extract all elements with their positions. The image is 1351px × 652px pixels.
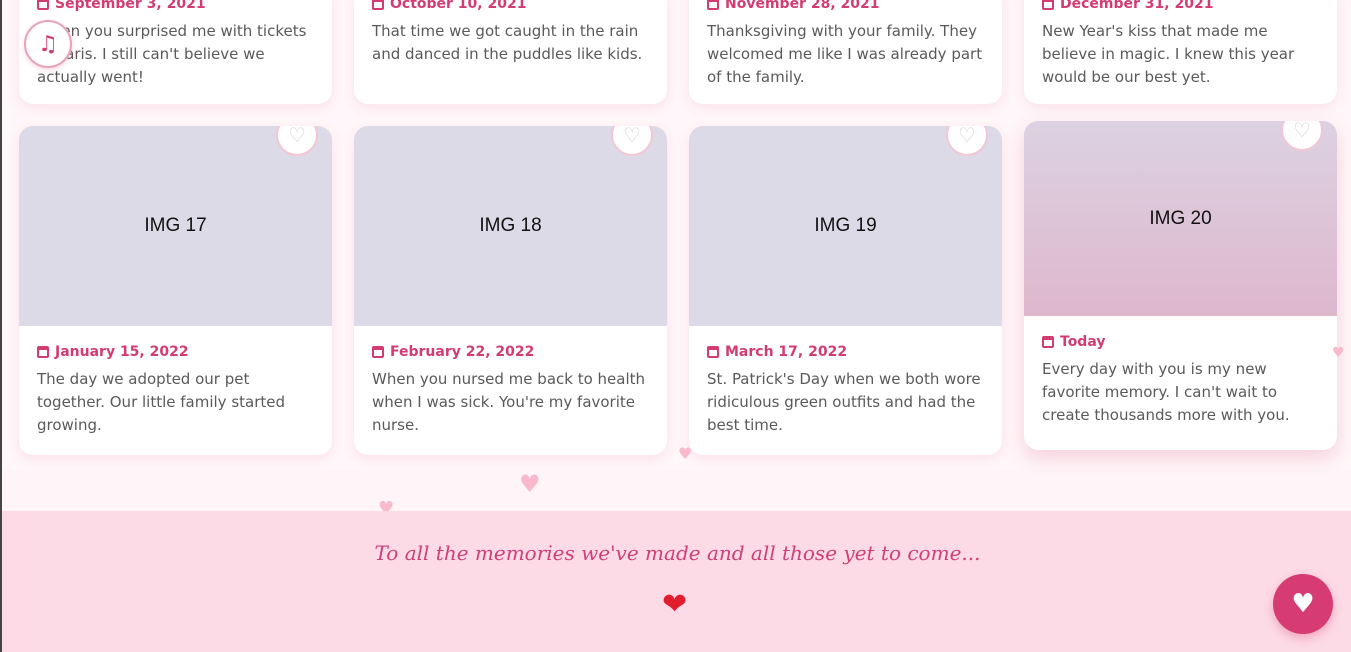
red-heart-icon: ❤: [662, 587, 688, 622]
memory-photo[interactable]: IMG 20 ♡: [1024, 121, 1337, 316]
memory-photo[interactable]: IMG 19 ♡: [689, 126, 1002, 326]
floating-heart-icon: ♥: [678, 444, 693, 463]
memory-card[interactable]: IMG 18 ♡ February 22, 2022 When you nurs…: [354, 126, 667, 455]
memories-grid: September 3, 2021 When you surprised me …: [2, 0, 1351, 470]
memory-card: December 31, 2021 New Year's kiss that m…: [1024, 0, 1337, 104]
memory-date: January 15, 2022: [37, 344, 314, 360]
heart-outline-icon[interactable]: ♡: [1281, 121, 1323, 151]
photo-placeholder-label: IMG 18: [479, 215, 542, 236]
memory-date: October 10, 2021: [372, 0, 649, 12]
memory-card[interactable]: IMG 19 ♡ March 17, 2022 St. Patrick's Da…: [689, 126, 1002, 455]
memory-date: September 3, 2021: [37, 0, 314, 12]
memory-date: February 22, 2022: [372, 344, 649, 360]
calendar-icon: [707, 346, 719, 358]
memory-description: When you surprised me with tickets to Pa…: [37, 22, 307, 86]
photo-placeholder-label: IMG 20: [1149, 207, 1212, 229]
memory-date: December 31, 2021: [1042, 0, 1319, 12]
memory-description: Thanksgiving with your family. They welc…: [707, 22, 983, 86]
memory-description: Every day with you is my new favorite me…: [1042, 360, 1290, 424]
memory-photo[interactable]: IMG 17 ♡: [19, 126, 332, 326]
music-note-icon[interactable]: ♫: [24, 20, 72, 68]
memory-description: St. Patrick's Day when we both wore ridi…: [707, 370, 981, 434]
heart-outline-icon[interactable]: ♡: [611, 126, 653, 156]
memory-date: Today: [1042, 334, 1319, 350]
memory-card[interactable]: IMG 20 ♡ Today Every day with you is my …: [1024, 121, 1337, 450]
memory-description: That time we got caught in the rain and …: [372, 22, 643, 63]
footer: To all the memories we've made and all t…: [2, 511, 1351, 652]
calendar-icon: [372, 0, 384, 10]
calendar-icon: [37, 0, 49, 10]
photo-placeholder-label: IMG 19: [814, 215, 877, 236]
heart-outline-icon[interactable]: ♡: [276, 126, 318, 156]
calendar-icon: [1042, 0, 1054, 10]
heart-filled-icon[interactable]: ♥: [1273, 574, 1333, 634]
calendar-icon: [372, 346, 384, 358]
memory-date: November 28, 2021: [707, 0, 984, 12]
photo-placeholder-label: IMG 17: [144, 215, 207, 236]
calendar-icon: [1042, 336, 1054, 348]
memory-date: March 17, 2022: [707, 344, 984, 360]
memory-card[interactable]: IMG 17 ♡ January 15, 2022 The day we ado…: [19, 126, 332, 455]
memory-card: October 10, 2021 That time we got caught…: [354, 0, 667, 104]
floating-heart-icon: ♥: [1332, 345, 1345, 361]
memory-description: The day we adopted our pet together. Our…: [37, 370, 286, 434]
heart-outline-icon[interactable]: ♡: [946, 126, 988, 156]
calendar-icon: [707, 0, 719, 10]
memory-photo[interactable]: IMG 18 ♡: [354, 126, 667, 326]
memory-description: When you nursed me back to health when I…: [372, 370, 646, 434]
calendar-icon: [37, 346, 49, 358]
footer-message: To all the memories we've made and all t…: [374, 541, 981, 565]
memory-card: November 28, 2021 Thanksgiving with your…: [689, 0, 1002, 104]
floating-heart-icon: ♥: [519, 470, 541, 498]
memory-description: New Year's kiss that made me believe in …: [1042, 22, 1295, 86]
